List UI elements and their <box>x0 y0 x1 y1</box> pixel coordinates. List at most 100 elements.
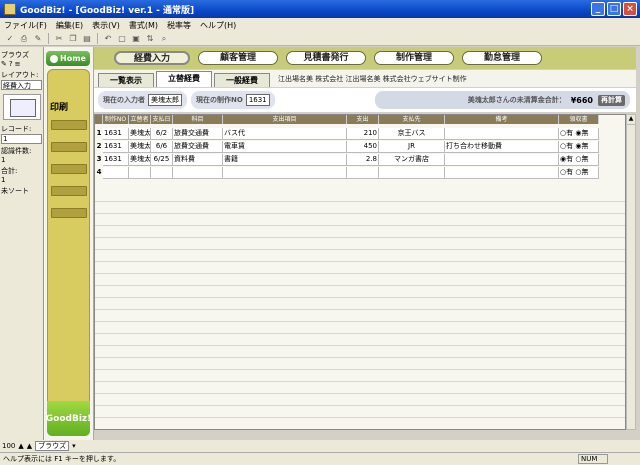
menu-edit[interactable]: 編集(E) <box>56 20 83 31</box>
cell-item[interactable]: バス代 <box>223 128 347 140</box>
toolbar: ✓ ⎙ ✎ ✂ ❐ ▤ ↶ ▢ ▣ ⇅ ⌕ <box>0 32 640 46</box>
cell-payee[interactable]: 京王バス <box>379 128 445 140</box>
tab-production[interactable]: 制作管理 <box>374 51 454 65</box>
cell-note[interactable]: 打ち合わせ移動費 <box>445 141 559 153</box>
undo-icon[interactable]: ↶ <box>102 33 114 44</box>
cut-icon[interactable]: ✂ <box>53 33 65 44</box>
cell-item[interactable]: 電車賃 <box>223 141 347 153</box>
cell-amount[interactable]: 2.8 <box>347 154 379 166</box>
book-icon[interactable] <box>2 94 41 120</box>
tab-quote[interactable]: 見積書発行 <box>286 51 366 65</box>
cell-payer[interactable]: 美塊太 <box>129 154 151 166</box>
header-account: 科目 <box>173 115 223 124</box>
pencil-icon[interactable]: ✎ <box>1 60 7 68</box>
status-help: ヘルプ表示には F1 キーを押します。 <box>3 455 121 463</box>
cell-item[interactable] <box>223 167 347 179</box>
cell-date[interactable] <box>151 167 173 179</box>
menu-view[interactable]: 表示(V) <box>92 20 120 31</box>
copy-icon[interactable]: ❐ <box>67 33 79 44</box>
tab-customer[interactable]: 顧客管理 <box>198 51 278 65</box>
project-field[interactable]: 1631 <box>245 94 270 106</box>
expense-table: 制作NO 立替者 支払日 科目 支出項目 支出 支払先 備考 領収書 1 163… <box>94 114 626 430</box>
chevron-down-icon[interactable]: ▾ <box>72 442 76 450</box>
cell-payer[interactable]: 美塊太 <box>129 141 151 153</box>
bottom-bar: 100 ▲ ▲ ブラウズ ▾ <box>0 440 640 452</box>
menu-file[interactable]: ファイル(F) <box>4 20 47 31</box>
menu-tax[interactable]: 税率等 <box>167 20 191 31</box>
minimize-button[interactable]: _ <box>591 2 605 16</box>
nav-button-3[interactable] <box>51 164 87 174</box>
check-icon[interactable]: ✓ <box>4 33 16 44</box>
cell-receipt[interactable]: ◉有 ○無 <box>559 154 599 166</box>
zoom-in-icon[interactable]: ▲ <box>27 442 32 450</box>
record-field[interactable]: 1 <box>1 134 42 144</box>
home-button[interactable]: Home <box>46 51 90 66</box>
cell-no[interactable] <box>103 167 129 179</box>
cell-date[interactable]: 6/6 <box>151 141 173 153</box>
scroll-up-icon[interactable]: ▲ <box>627 115 635 125</box>
nav-column: Home 印刷 GoodBiz! <box>44 47 94 440</box>
cell-payer[interactable] <box>129 167 151 179</box>
nav-button-1[interactable] <box>51 120 87 130</box>
recalc-button[interactable]: 再計算 <box>598 94 625 106</box>
cell-no[interactable]: 1631 <box>103 154 129 166</box>
cell-date[interactable]: 6/25 <box>151 154 173 166</box>
cell-receipt[interactable]: ○有 ◉無 <box>559 128 599 140</box>
table-row[interactable]: 2 1631 美塊太 6/6 旅費交通費 電車賃 450 JR 打ち合わせ移動費… <box>95 141 599 153</box>
sort-icon[interactable]: ⇅ <box>144 33 156 44</box>
empty-row <box>95 419 625 429</box>
cell-amount[interactable]: 210 <box>347 128 379 140</box>
info-icon[interactable]: ? <box>9 60 13 68</box>
zoom-level[interactable]: 100 <box>2 442 15 450</box>
cell-note[interactable] <box>445 128 559 140</box>
close-button[interactable]: × <box>623 2 637 16</box>
cell-payer[interactable]: 美塊太 <box>129 128 151 140</box>
maximize-button[interactable]: □ <box>607 2 621 16</box>
table-row[interactable]: 4 ○有 ○無 <box>95 167 599 179</box>
nav-button-5[interactable] <box>51 208 87 218</box>
cell-account[interactable]: 資料費 <box>173 154 223 166</box>
tab-attendance[interactable]: 勤怠管理 <box>462 51 542 65</box>
mode-select[interactable]: ブラウズ <box>35 441 70 451</box>
total-label: 合計: <box>1 167 18 175</box>
subtab-general[interactable]: 一般経費 <box>214 73 270 87</box>
table-row[interactable]: 1 1631 美塊太 6/2 旅費交通費 バス代 210 京王バス ○有 ◉無 <box>95 128 599 140</box>
cell-no[interactable]: 1631 <box>103 141 129 153</box>
menu-help[interactable]: ヘルプ(H) <box>200 20 236 31</box>
find-icon[interactable]: ⌕ <box>158 33 170 44</box>
cell-item[interactable]: 書籍 <box>223 154 347 166</box>
subtab-list[interactable]: 一覧表示 <box>98 73 154 87</box>
cell-note[interactable] <box>445 167 559 179</box>
cell-payee[interactable]: マンガ書店 <box>379 154 445 166</box>
zoom-out-icon[interactable]: ▲ <box>18 442 23 450</box>
cell-account[interactable]: 旅費交通費 <box>173 128 223 140</box>
app-icon <box>4 3 16 15</box>
inputter-field[interactable]: 美塊太郎 <box>148 94 182 106</box>
subtab-advance[interactable]: 立替経費 <box>156 71 212 87</box>
cell-account[interactable] <box>173 167 223 179</box>
cell-no[interactable]: 1631 <box>103 128 129 140</box>
row-number: 3 <box>95 154 103 166</box>
spell-icon[interactable]: ✎ <box>32 33 44 44</box>
nav-button-4[interactable] <box>51 186 87 196</box>
cell-payee[interactable] <box>379 167 445 179</box>
table-row[interactable]: 3 1631 美塊太 6/25 資料費 書籍 2.8 マンガ書店 ◉有 ○無 <box>95 154 599 166</box>
new-record-icon[interactable]: ▢ <box>116 33 128 44</box>
cell-receipt[interactable]: ○有 ◉無 <box>559 141 599 153</box>
delete-icon[interactable]: ▣ <box>130 33 142 44</box>
paste-icon[interactable]: ▤ <box>81 33 93 44</box>
tab-expense-entry[interactable]: 経費入力 <box>114 51 190 65</box>
layout-select[interactable]: 経費入力 <box>1 80 42 90</box>
vertical-scrollbar[interactable]: ▲ <box>626 114 636 430</box>
nav-button-2[interactable] <box>51 142 87 152</box>
cell-receipt[interactable]: ○有 ○無 <box>559 167 599 179</box>
cell-payee[interactable]: JR <box>379 141 445 153</box>
menu-format[interactable]: 書式(M) <box>129 20 158 31</box>
cell-amount[interactable]: 450 <box>347 141 379 153</box>
cell-date[interactable]: 6/2 <box>151 128 173 140</box>
cell-account[interactable]: 旅費交通費 <box>173 141 223 153</box>
list-icon[interactable]: ≡ <box>15 60 21 68</box>
cell-amount[interactable] <box>347 167 379 179</box>
cell-note[interactable] <box>445 154 559 166</box>
print-icon[interactable]: ⎙ <box>18 33 30 44</box>
